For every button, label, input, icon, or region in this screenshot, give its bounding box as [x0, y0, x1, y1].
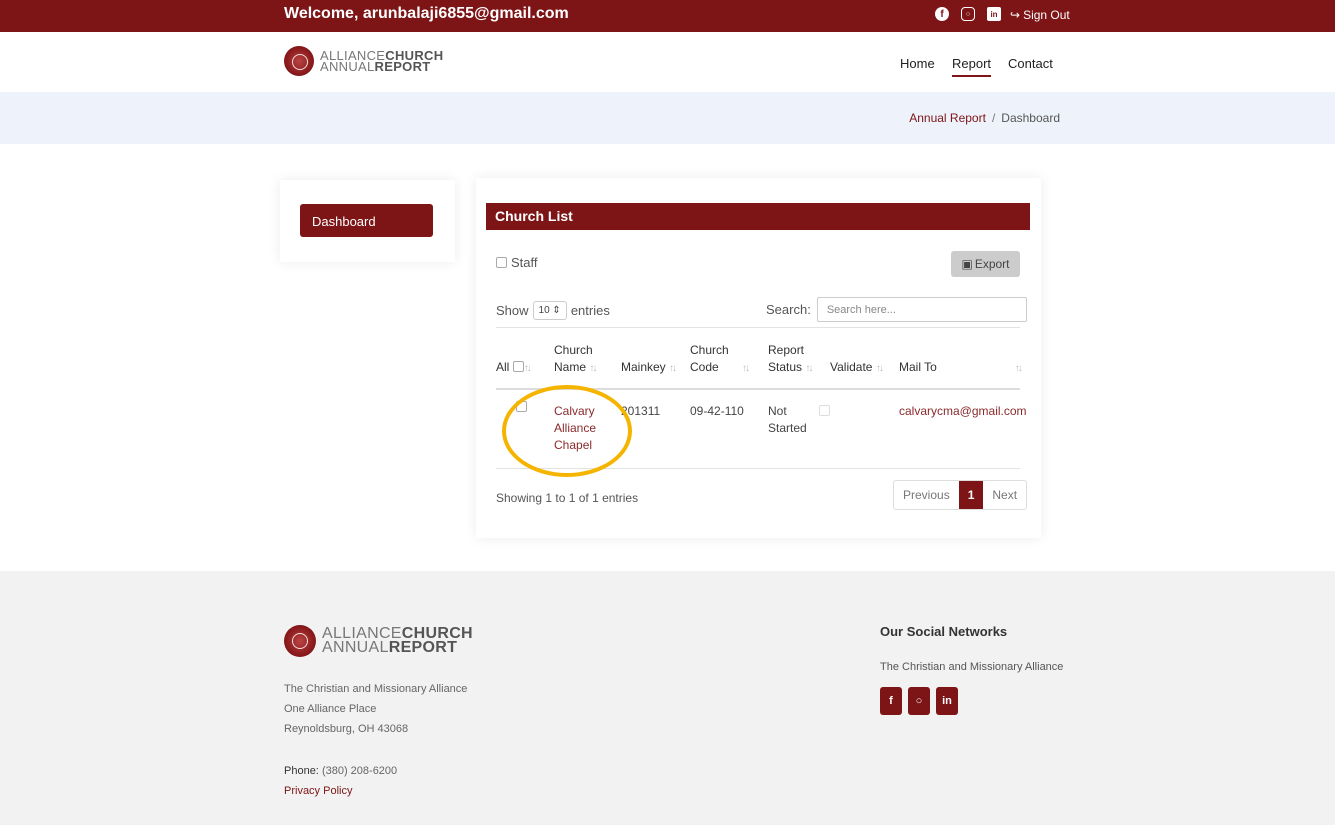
mainkey-cell: 201311	[621, 404, 661, 418]
table-info: Showing 1 to 1 of 1 entries	[496, 491, 639, 505]
church-seal-icon	[284, 625, 316, 657]
linkedin-icon[interactable]: in	[936, 687, 958, 715]
social-subtitle: The Christian and Missionary Alliance	[880, 661, 1064, 673]
column-mail-to[interactable]: Mail To ↑↓	[899, 359, 1023, 377]
pagination-next[interactable]: Next	[983, 481, 1026, 509]
sign-out-icon: ↪	[1010, 8, 1021, 22]
top-bar: Welcome, arunbalaji6855@gmail.com f ○ in…	[0, 0, 1335, 32]
privacy-policy-link[interactable]: Privacy Policy	[284, 781, 397, 801]
breadcrumb: Annual Report / Dashboard	[909, 111, 1060, 125]
breadcrumb-band: Annual Report / Dashboard	[0, 92, 1335, 144]
select-all-checkbox[interactable]	[512, 361, 524, 372]
footer-logo[interactable]: ALLIANCECHURCH ANNUALREPORT	[284, 625, 473, 657]
church-seal-icon	[284, 46, 314, 76]
breadcrumb-annual-report[interactable]: Annual Report	[909, 111, 986, 125]
pagination-page-1[interactable]: 1	[958, 481, 984, 509]
validate-checkbox[interactable]	[819, 405, 830, 416]
nav-home[interactable]: Home	[900, 56, 935, 71]
column-report-status[interactable]: Report Status ↑↓	[768, 342, 813, 377]
church-name-link[interactable]: Calvary Alliance Chapel	[554, 403, 596, 454]
pagination-previous[interactable]: Previous	[894, 481, 959, 509]
row-checkbox[interactable]	[516, 401, 527, 412]
column-all[interactable]: All ↑↓	[496, 359, 532, 377]
site-footer: ALLIANCECHURCH ANNUALREPORT The Christia…	[0, 571, 1335, 825]
footer-contact: Phone: (380) 208-6200 Privacy Policy	[284, 761, 397, 801]
nav-contact[interactable]: Contact	[1008, 56, 1053, 71]
site-header: ALLIANCECHURCH ANNUALREPORT Home Report …	[0, 32, 1335, 92]
search-input[interactable]: Search here...	[816, 297, 1027, 322]
column-church-code[interactable]: Church Code ↑↓	[690, 342, 750, 377]
file-icon: ▣	[961, 257, 973, 271]
instagram-icon[interactable]: ○	[961, 7, 975, 21]
sign-out-link[interactable]: ↪ Sign Out	[1010, 8, 1070, 22]
top-social-links: f ○ in	[935, 7, 1001, 21]
staff-filter[interactable]: Staff	[496, 255, 538, 270]
breadcrumb-current: Dashboard	[1001, 111, 1060, 125]
pagination: Previous 1 Next	[893, 480, 1028, 510]
church-code-cell: 09-42-110	[690, 404, 744, 418]
footer-social-links: f ○ in	[880, 687, 958, 715]
facebook-icon[interactable]: f	[935, 7, 949, 21]
table-search: Search: Search here...	[766, 297, 1027, 322]
entries-select[interactable]: 10 ⇕	[532, 301, 567, 320]
nav-report[interactable]: Report	[952, 56, 992, 77]
sidebar-item-dashboard[interactable]: Dashboard	[300, 204, 433, 237]
column-mainkey[interactable]: Mainkey ↑↓	[621, 359, 677, 377]
staff-label: Staff	[511, 255, 538, 270]
entries-length: Show 10 ⇕ entries	[496, 301, 610, 320]
linkedin-icon[interactable]: in	[987, 7, 1001, 21]
table-top-rule	[496, 327, 1020, 328]
welcome-text: Welcome, arunbalaji6855@gmail.com	[284, 5, 569, 22]
site-logo[interactable]: ALLIANCECHURCH ANNUALREPORT	[284, 46, 443, 76]
instagram-icon[interactable]: ○	[908, 687, 930, 715]
column-validate[interactable]: Validate ↑↓	[830, 359, 884, 377]
card-title: Church List	[486, 203, 1030, 230]
sidebar-card: Dashboard	[280, 180, 455, 262]
export-button[interactable]: ▣ Export	[951, 251, 1020, 277]
table-header-rule	[496, 388, 1020, 390]
table-bottom-rule	[496, 468, 1020, 469]
staff-checkbox[interactable]	[496, 257, 507, 268]
sign-out-label: Sign Out	[1023, 8, 1070, 22]
report-status-cell: Not Started	[768, 404, 807, 435]
social-title: Our Social Networks	[880, 624, 1008, 639]
church-list-card: Church List Staff ▣ Export Show 10 ⇕ ent…	[476, 178, 1041, 538]
column-church-name[interactable]: Church Name ↑↓	[554, 342, 597, 377]
mail-to-link[interactable]: calvarycma@gmail.com	[899, 403, 1027, 420]
facebook-icon[interactable]: f	[880, 687, 902, 715]
footer-address: The Christian and Missionary Alliance On…	[284, 683, 468, 735]
